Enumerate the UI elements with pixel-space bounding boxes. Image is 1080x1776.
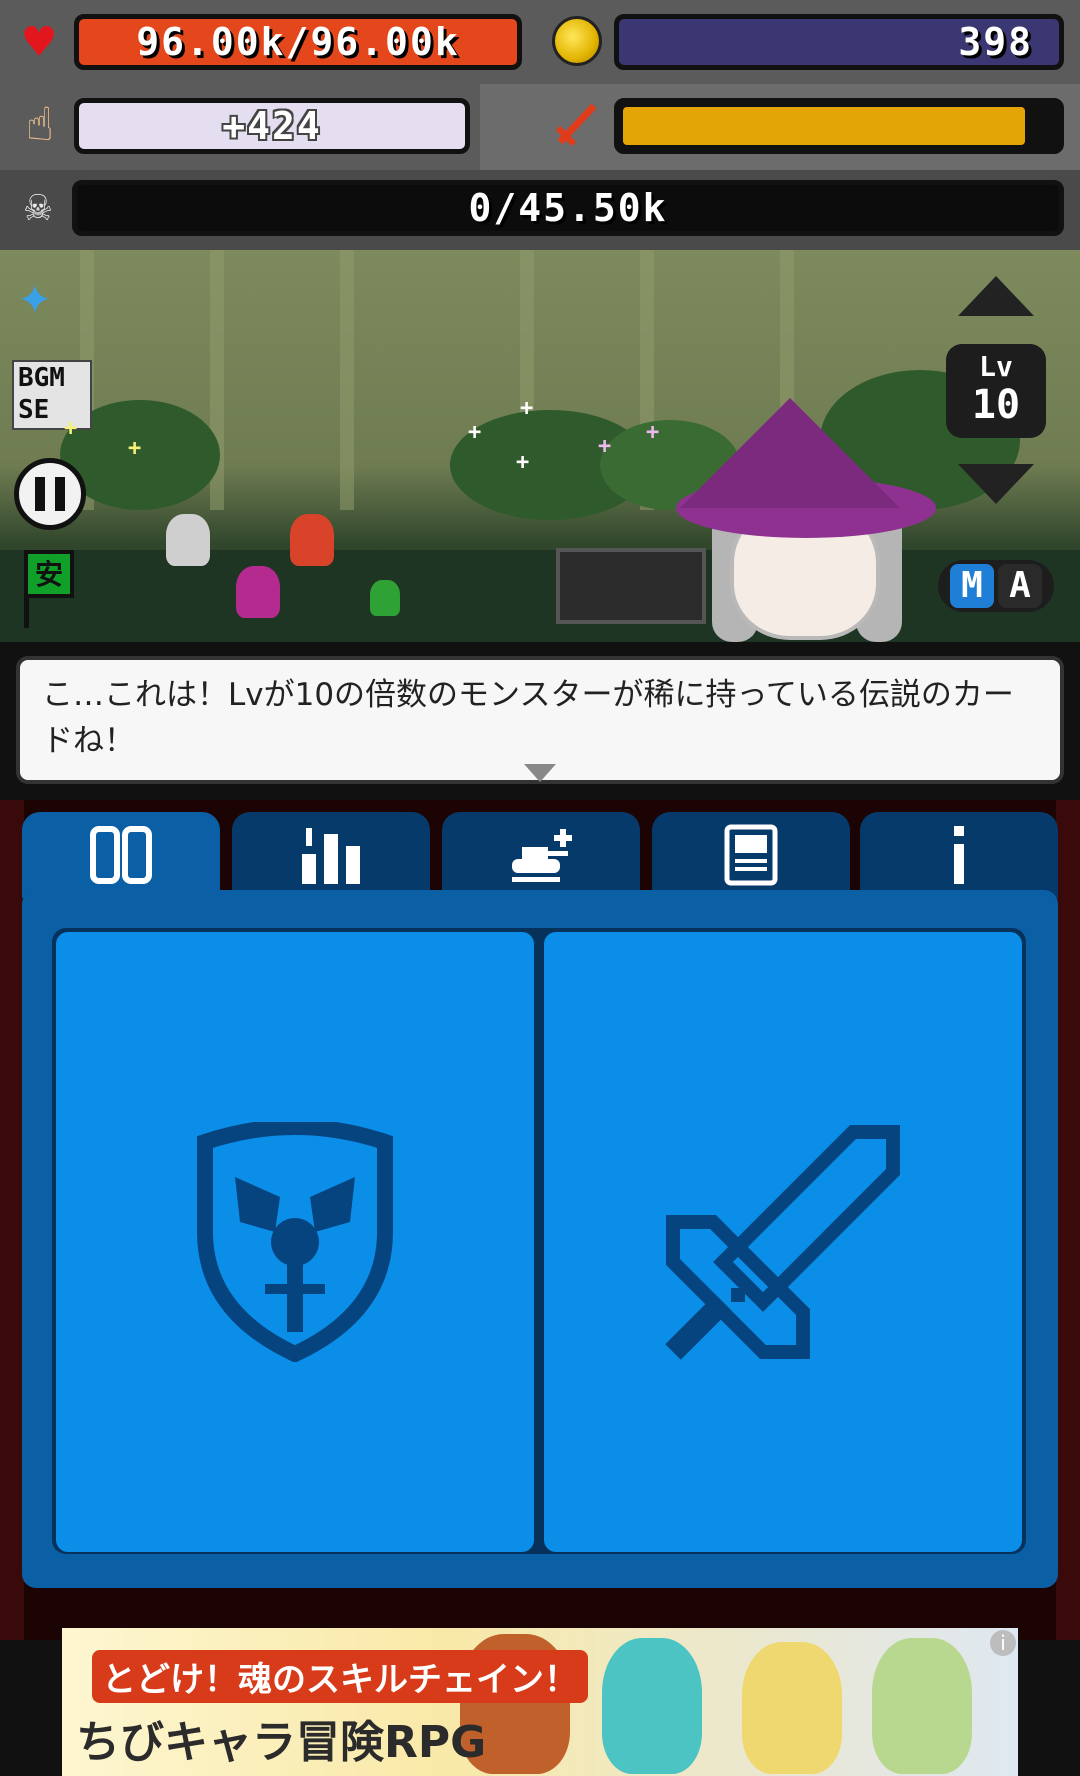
twitter-icon[interactable]: ✦ xyxy=(18,268,88,324)
power-sword-icon xyxy=(552,98,602,150)
ad-title: ちびキャラ冒険RPG xyxy=(76,1717,487,1768)
hero-character xyxy=(290,514,334,566)
tap-hand-icon: ☝ xyxy=(26,97,54,151)
hero-character xyxy=(370,580,400,616)
ad-tagline: とどけ！魂のスキルチェイン！ xyxy=(92,1650,588,1703)
sparkle: + xyxy=(646,420,660,445)
safe-flag-button[interactable]: 安 xyxy=(18,550,78,630)
pause-button[interactable] xyxy=(14,458,86,530)
heart-icon: ♥ xyxy=(23,13,55,71)
ad-info-icon[interactable]: i xyxy=(990,1630,1016,1656)
cliff-detail xyxy=(340,250,354,510)
ad-character xyxy=(602,1638,702,1774)
level-indicator: Lv 10 xyxy=(946,344,1046,438)
menu-side xyxy=(0,800,24,1640)
level-down-arrow[interactable] xyxy=(958,464,1034,504)
device-tab[interactable] xyxy=(652,812,850,898)
sparkle: + xyxy=(468,420,482,445)
device-icon xyxy=(724,824,778,886)
ad-character xyxy=(872,1638,972,1774)
info-icon xyxy=(954,826,964,884)
tap-damage-bar: +424 xyxy=(74,98,470,154)
sparkle: + xyxy=(520,396,534,421)
sword-card[interactable] xyxy=(544,932,1022,1552)
manual-mode-button[interactable]: M xyxy=(950,564,994,608)
power-gauge xyxy=(614,98,1064,154)
mode-toggle[interactable]: M A xyxy=(938,560,1054,612)
skull-icon: ☠ xyxy=(24,180,52,231)
coin-icon xyxy=(552,16,602,66)
level-label: Lv xyxy=(979,350,1013,383)
sparkle: + xyxy=(64,416,78,441)
menu-side xyxy=(1056,800,1080,1640)
sword-icon xyxy=(665,1125,900,1360)
card-icon xyxy=(90,826,152,884)
cards-tab[interactable] xyxy=(22,812,220,898)
sparkle: + xyxy=(516,450,530,475)
safe-label: 安 xyxy=(24,550,74,598)
info-tab[interactable] xyxy=(860,812,1058,898)
hero-character xyxy=(166,514,210,566)
sound-toggle-button[interactable]: BGM SE xyxy=(12,360,92,430)
summon-tab[interactable] xyxy=(442,812,640,898)
power-gauge-fill xyxy=(623,107,1025,145)
stats-tab[interactable] xyxy=(232,812,430,898)
ad-character xyxy=(742,1642,842,1774)
tank-add-icon xyxy=(512,829,572,882)
monster-pedestal xyxy=(556,548,706,624)
shield-icon xyxy=(197,1122,393,1362)
sparkle: + xyxy=(128,436,142,461)
dialog-next-icon[interactable] xyxy=(524,764,556,782)
ground xyxy=(0,550,1080,642)
dialog-text: こ…これは！Lvが10の倍数のモンスターが稀に持っている伝説のカードね！ xyxy=(42,677,1014,759)
shield-card[interactable] xyxy=(56,932,534,1552)
level-value: 10 xyxy=(971,382,1021,428)
sparkle: + xyxy=(598,434,612,459)
kill-progress-bar: 0/45.50k xyxy=(72,180,1064,236)
hp-bar: 96.00k/96.00k xyxy=(74,14,522,70)
flag-pole xyxy=(24,596,29,628)
gold-counter: 398 xyxy=(614,14,1064,70)
auto-mode-button[interactable]: A xyxy=(998,564,1042,608)
level-up-arrow[interactable] xyxy=(958,276,1034,316)
stats-icon xyxy=(302,828,360,884)
battle-scene[interactable] xyxy=(0,250,1080,642)
witch-hat xyxy=(680,398,900,508)
hero-character xyxy=(236,566,280,618)
